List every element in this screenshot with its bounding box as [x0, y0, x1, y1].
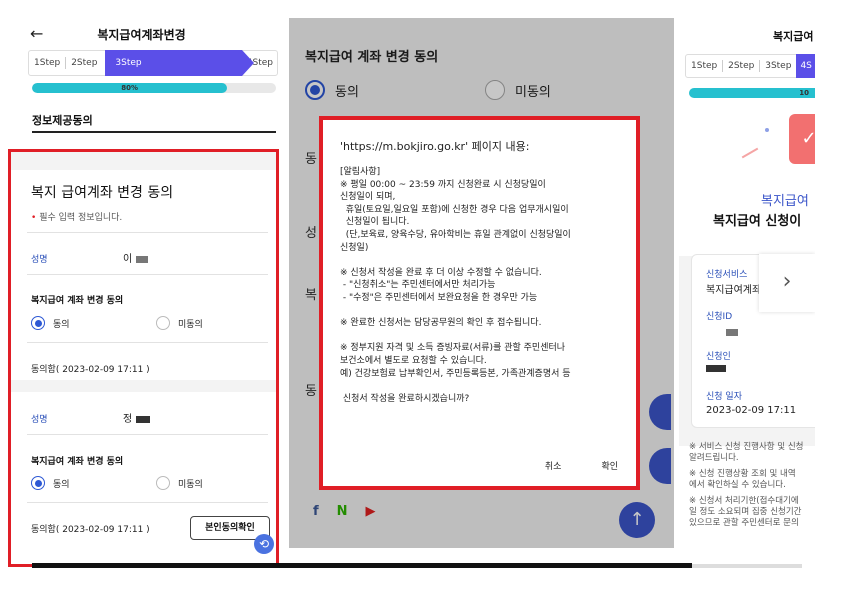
form-heading: 복지 급여계좌 변경 동의: [31, 185, 174, 201]
dialog-line: (단,보육료, 양육수당, 유아학비는 휴일 관계없이 신청당일이: [340, 229, 571, 240]
dialog-line: ※ 정부지원 자격 및 소득 증빙자료(서류)를 관할 주민센터나: [340, 343, 566, 354]
dialog-line: - "신청취소"는 주민센터에서만 처리가능: [340, 280, 496, 291]
progress-bar: 10: [689, 88, 815, 98]
app-header: ← 복지급여계좌변경: [0, 18, 283, 48]
dialog-line: - "수정"은 주민센터에서 보완요청을 한 경우만 가능: [340, 292, 538, 303]
dialog-line: [알림사항]: [340, 167, 381, 177]
step-1: 1Step: [34, 58, 61, 68]
id-value: [706, 327, 738, 338]
name-value: 정: [123, 410, 151, 425]
applicant-label: 신청인: [706, 352, 731, 362]
dialog-line: 예) 건강보험료 납부확인서, 주민등록등본, 가족관계증명서 등: [340, 368, 571, 379]
consent-label: 복지급여 계좌 변경 동의: [31, 296, 124, 306]
id-label: 신청ID: [706, 312, 733, 322]
step-2: 2Step: [71, 58, 98, 68]
section-underline: [32, 131, 276, 133]
notice-list: ※ 서비스 신청 진행사항 및 신청 알려드립니다. ※ 신청 진행상황 조회 및…: [689, 442, 804, 528]
required-note: • 필수 입력 정보입니다.: [31, 213, 123, 223]
dialog-message: [알림사항] ※ 평일 00:00 ~ 23:59 까지 신청완료 시 신청당일이…: [340, 166, 622, 405]
page-title: 복지급여: [773, 30, 814, 43]
dialog-line: [340, 380, 622, 393]
cancel-button[interactable]: 취소: [545, 459, 562, 472]
dialog-line: ※ 완료한 신청서는 담당공무원의 확인 후 접수됩니다.: [340, 318, 542, 329]
scrollbar[interactable]: [692, 564, 802, 568]
name-label: 성명: [31, 255, 48, 265]
date-label: 신청 일자: [706, 392, 742, 402]
progress-bar: 80%: [32, 83, 276, 93]
dialog-line: [340, 305, 622, 318]
ok-button[interactable]: 확인: [601, 459, 618, 472]
step-1: 1Step: [691, 61, 718, 71]
bottom-scrollbar[interactable]: [32, 563, 692, 568]
checklist-icon: ✓: [789, 114, 815, 164]
dialog-line: ※ 평일 00:00 ~ 23:59 까지 신청완료 시 신청당일이: [340, 179, 546, 190]
step-3-active: 3Step: [105, 50, 255, 76]
consent-date: 동의함( 2023-02-09 17:11 ): [31, 525, 150, 535]
dialog-line: 보건소에서 별도로 요청할 수 있습니다.: [340, 355, 487, 366]
dialog-line: ※ 신청서 작성을 완료 후 더 이상 수정할 수 없습니다.: [340, 267, 542, 278]
step-indicator: 1Step 2Step 3Step 4S: [685, 54, 815, 78]
step-4-active: 4S: [796, 54, 815, 78]
headline-sub: 복지급여 신청이: [713, 214, 802, 229]
completion-panel: 복지급여 1Step 2Step 3Step 4S 10 ✓ 복지급여 복지급여…: [679, 18, 815, 548]
consent-panel: ← 복지급여계좌변경 1Step 2Step 3Step 4Step 80% 정…: [0, 0, 283, 604]
dialog-title: 'https://m.bokjiro.go.kr' 페이지 내용:: [340, 140, 530, 153]
step-3: 3Step: [765, 61, 792, 71]
agree-radio[interactable]: 동의: [31, 316, 70, 330]
dialog-line: [340, 254, 622, 267]
service-label: 신청서비스: [706, 270, 748, 280]
dialog-line: 신청일이 되며,: [340, 192, 396, 203]
consent-label: 복지급여 계좌 변경 동의: [31, 457, 124, 467]
step-2: 2Step: [728, 61, 755, 71]
refresh-icon[interactable]: ⟲: [254, 534, 274, 554]
progress-fill: 80%: [32, 83, 228, 93]
confirm-dialog: 'https://m.bokjiro.go.kr' 페이지 내용: [알림사항]…: [319, 116, 640, 490]
headline: 복지급여: [761, 194, 809, 209]
chevron-right-icon[interactable]: ›: [759, 254, 815, 312]
dialog-line: [340, 330, 622, 343]
step-indicator: 1Step 2Step 3Step 4Step: [28, 50, 278, 76]
name-label: 성명: [31, 415, 48, 425]
disagree-radio[interactable]: 미동의: [156, 316, 203, 330]
dialog-line: 신청서 작성을 완료하시겠습니까?: [340, 393, 470, 404]
section-title: 정보제공동의: [32, 114, 93, 127]
consent-form-highlight: 복지 급여계좌 변경 동의 • 필수 입력 정보입니다. 성명 이 복지급여 계…: [8, 149, 279, 567]
dialog-line: 신청일이 됩니다.: [340, 217, 410, 228]
dialog-line: 신청일): [340, 242, 369, 253]
agree-radio[interactable]: 동의: [31, 476, 70, 490]
dialog-line: 휴일(토요일,일요일 포함)에 신청한 경우 다음 업무개시일이: [340, 204, 569, 215]
name-value: 이: [123, 250, 149, 265]
applicant-value: [706, 363, 726, 374]
disagree-radio[interactable]: 미동의: [156, 476, 203, 490]
page-title: 복지급여계좌변경: [97, 28, 186, 42]
date-value: 2023-02-09 17:11: [706, 405, 797, 416]
consent-date: 동의함( 2023-02-09 17:11 ): [31, 365, 150, 375]
